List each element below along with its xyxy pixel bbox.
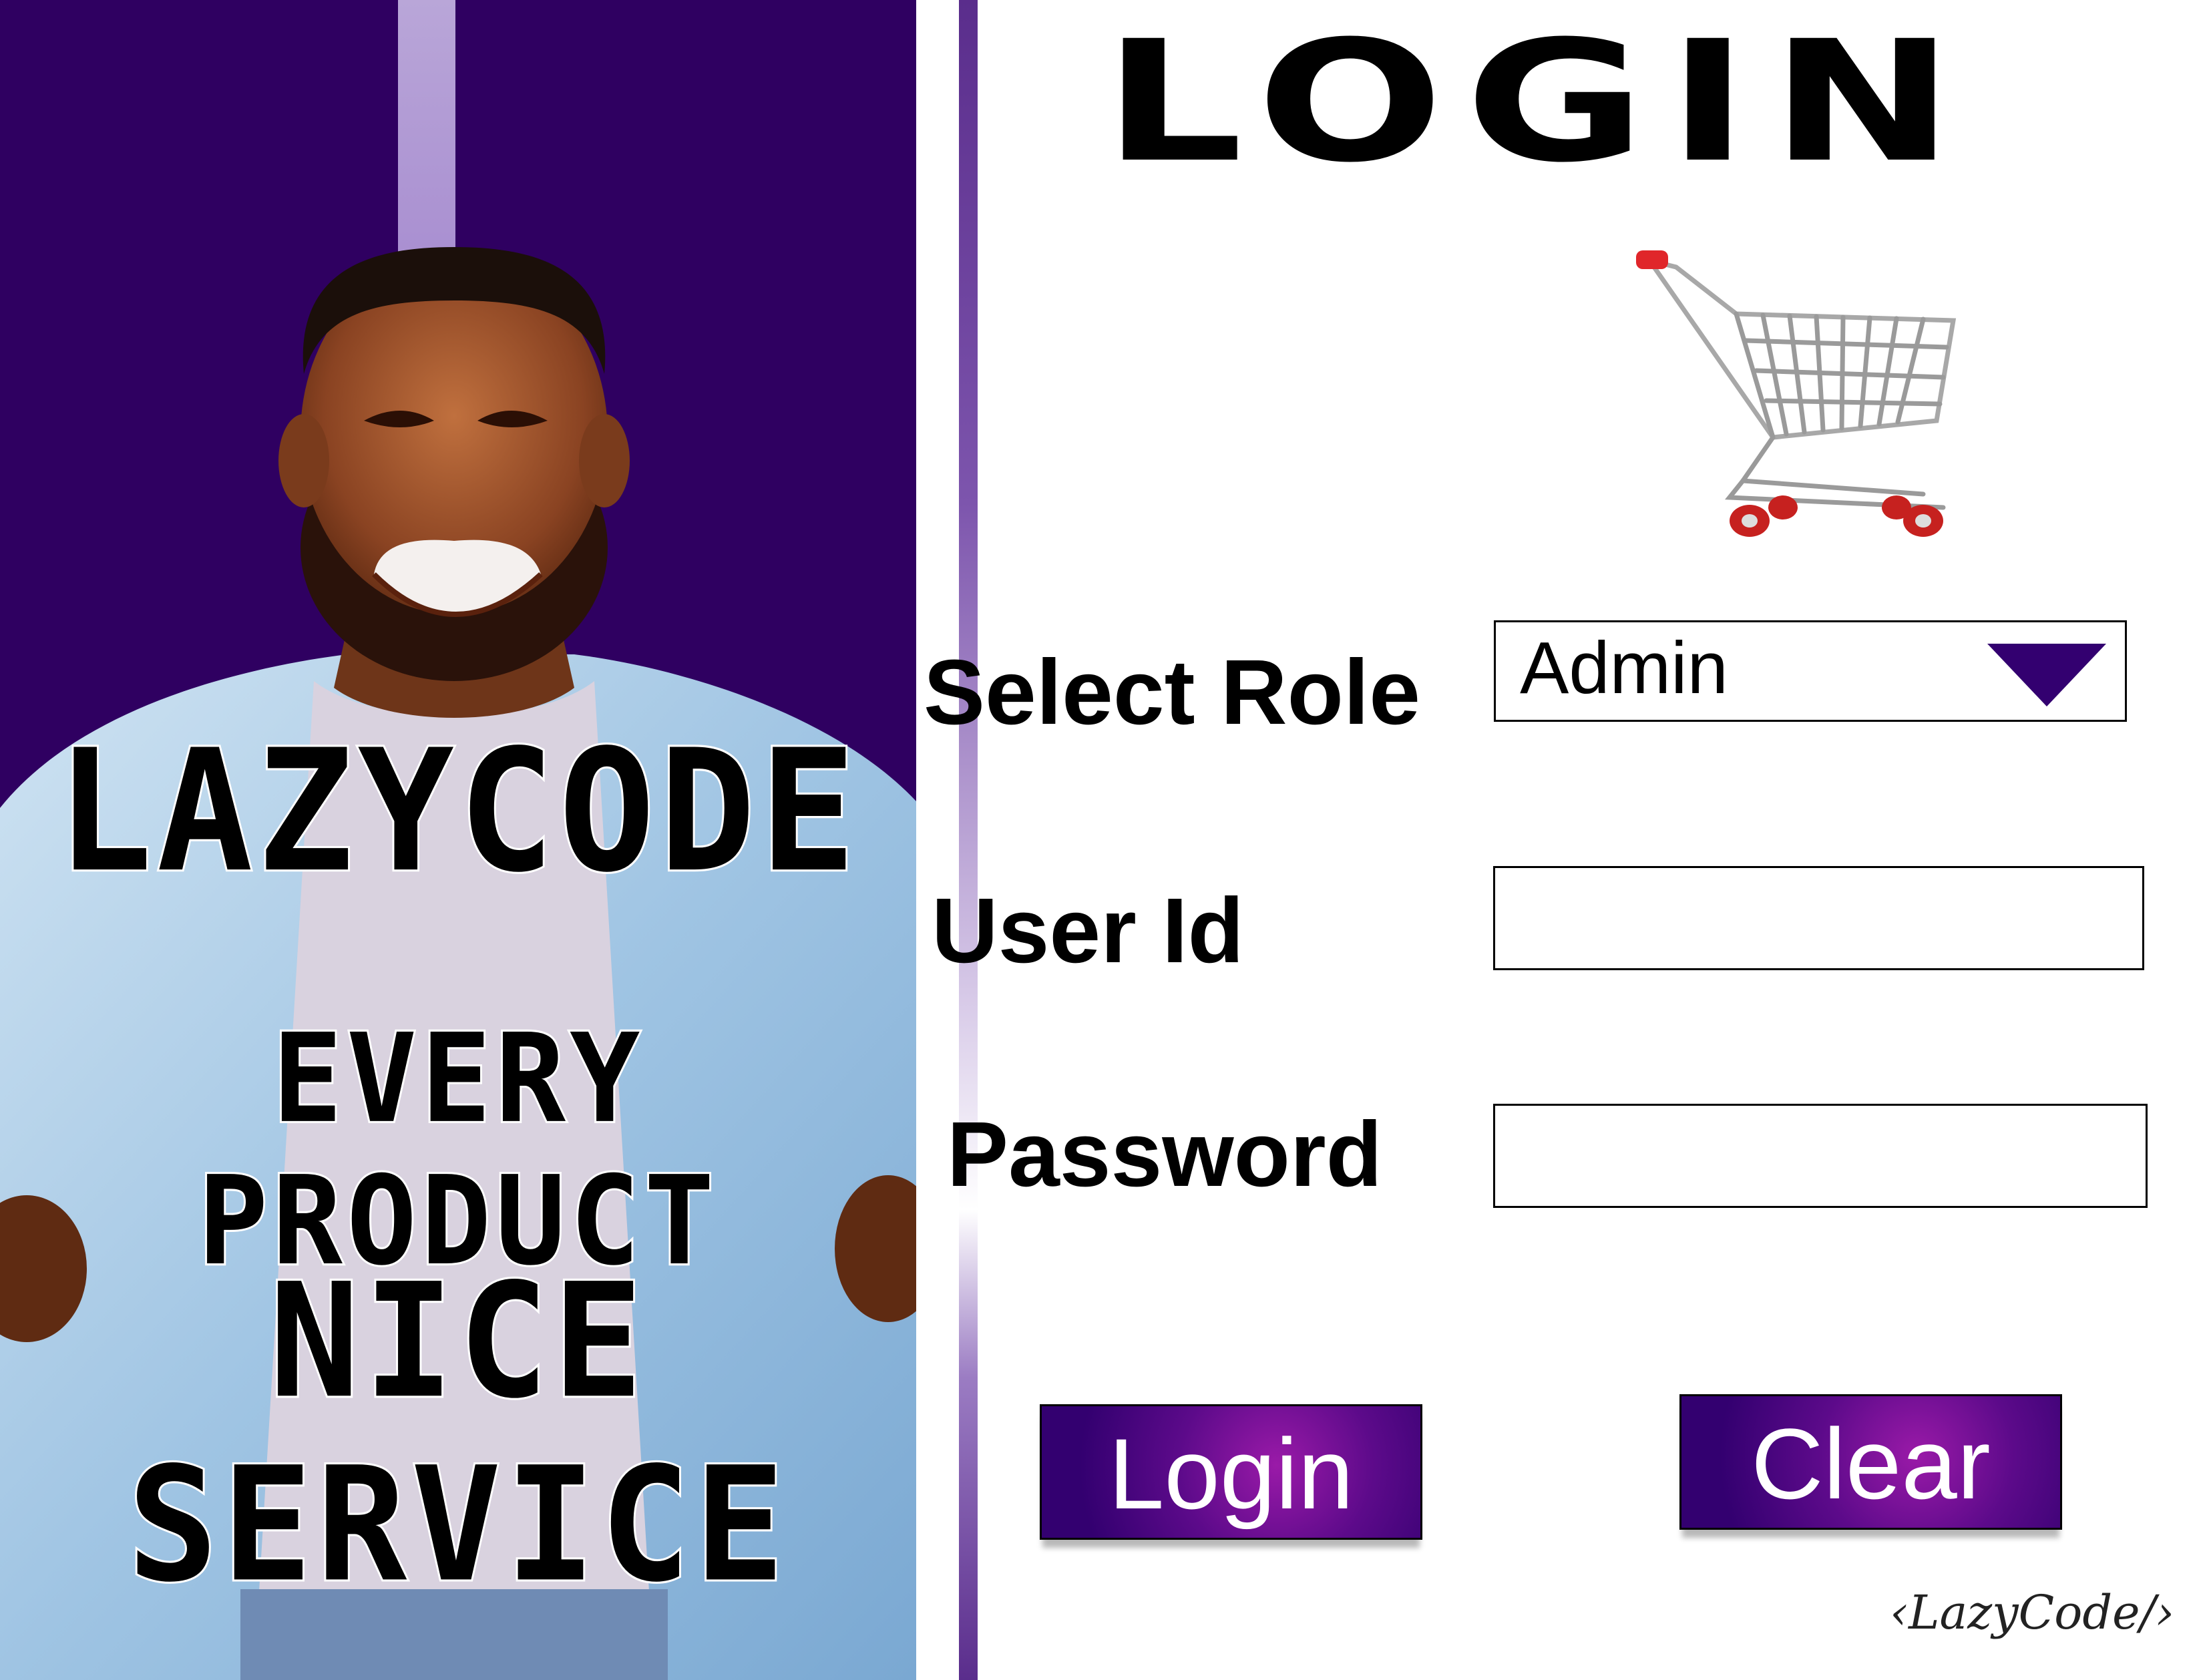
user-id-input[interactable] [1493,866,2144,970]
shopping-cart-icon [1636,250,1957,537]
password-label: Password [947,1103,1382,1206]
user-id-label: User Id [932,879,1244,982]
promo-panel: LAZYCODE EVERY PRODUCT NICE SERVICE [0,0,916,1680]
tagline-nice-service: NICE SERVICE [126,1248,789,1620]
panel-divider [959,0,978,1680]
role-dropdown[interactable]: Admin [1494,620,2127,722]
login-title: LOGIN [1103,5,1976,199]
login-button[interactable]: Login [1040,1404,1422,1540]
role-label: Select Role [924,641,1420,744]
password-input[interactable] [1493,1104,2148,1208]
chevron-down-icon [1987,644,2106,706]
role-selected-value: Admin [1520,627,1728,709]
brand-headline: LAZYCODE [54,711,860,911]
lazycode-signature: ‹LazyCode/› [1890,1585,2175,1640]
clear-button[interactable]: Clear [1679,1394,2062,1530]
